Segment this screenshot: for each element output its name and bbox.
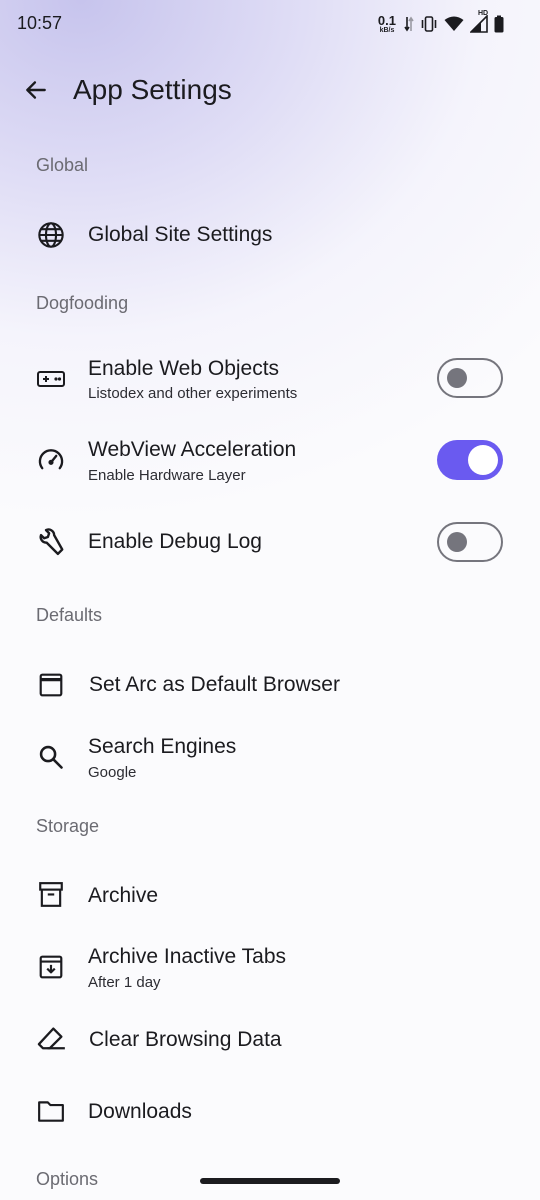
webview-acceleration-title: WebView Acceleration <box>88 438 297 461</box>
section-header-storage: Storage <box>36 816 100 836</box>
eraser-icon <box>36 1024 66 1054</box>
back-button[interactable] <box>20 76 52 108</box>
app-bar: App Settings <box>0 60 540 124</box>
navigation-handle[interactable] <box>200 1178 340 1184</box>
enable-web-objects-title: Enable Web Objects <box>88 357 280 380</box>
wrench-icon <box>36 527 66 557</box>
search-engines-title: Search Engines <box>88 735 237 758</box>
folder-icon <box>36 1096 66 1126</box>
network-speed-value: 0.1 <box>377 13 396 28</box>
search-icon <box>36 742 66 772</box>
section-header-defaults: Defaults <box>36 605 103 625</box>
speedometer-icon <box>36 445 66 475</box>
enable-debug-log-switch[interactable] <box>437 522 503 562</box>
wifi-icon <box>444 15 464 33</box>
webview-acceleration-subtitle: Enable Hardware Layer <box>88 467 246 484</box>
status-time: 10:57 <box>17 13 63 33</box>
archive-inactive-tabs-item[interactable]: Archive Inactive Tabs After 1 day <box>0 934 540 1014</box>
arrow-back-icon <box>23 77 49 108</box>
webview-acceleration-switch[interactable] <box>437 440 503 480</box>
section-header-dogfooding: Dogfooding <box>36 293 129 313</box>
status-bar: 10:57 0.1 kB/s HD <box>0 0 540 48</box>
archive-item[interactable]: Archive <box>0 860 540 930</box>
search-engines-subtitle: Google <box>88 764 137 781</box>
global-site-settings-item[interactable]: Global Site Settings <box>0 200 540 270</box>
page-title: App Settings <box>73 74 232 105</box>
archive-inactive-tabs-title: Archive Inactive Tabs <box>88 945 287 968</box>
global-site-settings-title: Global Site Settings <box>88 223 273 246</box>
set-default-browser-item[interactable]: Set Arc as Default Browser <box>0 650 540 720</box>
data-arrows-icon <box>404 15 414 33</box>
switch-knob <box>447 368 467 388</box>
enable-web-objects-subtitle: Listodex and other experiments <box>88 385 298 402</box>
network-type-label: HD <box>478 10 489 17</box>
status-icons: 0.1 kB/s HD <box>378 10 504 36</box>
enable-debug-log-item[interactable]: Enable Debug Log <box>0 502 540 582</box>
downloads-title: Downloads <box>88 1100 192 1123</box>
browser-window-icon <box>36 670 66 700</box>
archive-box-icon <box>36 880 66 910</box>
gamepad-icon <box>36 364 66 394</box>
section-header-options: Options <box>36 1169 99 1189</box>
vibrate-icon <box>420 15 438 33</box>
set-default-browser-title: Set Arc as Default Browser <box>89 673 340 696</box>
clear-browsing-data-title: Clear Browsing Data <box>89 1028 282 1051</box>
downloads-item[interactable]: Downloads <box>0 1076 540 1146</box>
switch-knob <box>447 532 467 552</box>
section-header-global: Global <box>36 155 89 175</box>
cell-signal-icon: HD <box>470 10 488 33</box>
enable-web-objects-switch[interactable] <box>437 358 503 398</box>
enable-web-objects-item[interactable]: Enable Web Objects Listodex and other ex… <box>0 340 540 418</box>
network-speed-unit: kB/s <box>379 27 395 34</box>
archive-title: Archive <box>88 884 159 907</box>
enable-debug-log-title: Enable Debug Log <box>88 530 262 553</box>
archive-download-icon <box>36 952 66 982</box>
clear-browsing-data-item[interactable]: Clear Browsing Data <box>0 1004 540 1074</box>
switch-knob <box>468 445 498 475</box>
search-engines-item[interactable]: Search Engines Google <box>0 724 540 804</box>
globe-icon <box>36 220 66 250</box>
battery-icon <box>494 15 504 33</box>
webview-acceleration-item[interactable]: WebView Acceleration Enable Hardware Lay… <box>0 420 540 500</box>
archive-inactive-tabs-subtitle: After 1 day <box>88 974 161 991</box>
network-speed: 0.1 kB/s <box>378 14 396 34</box>
